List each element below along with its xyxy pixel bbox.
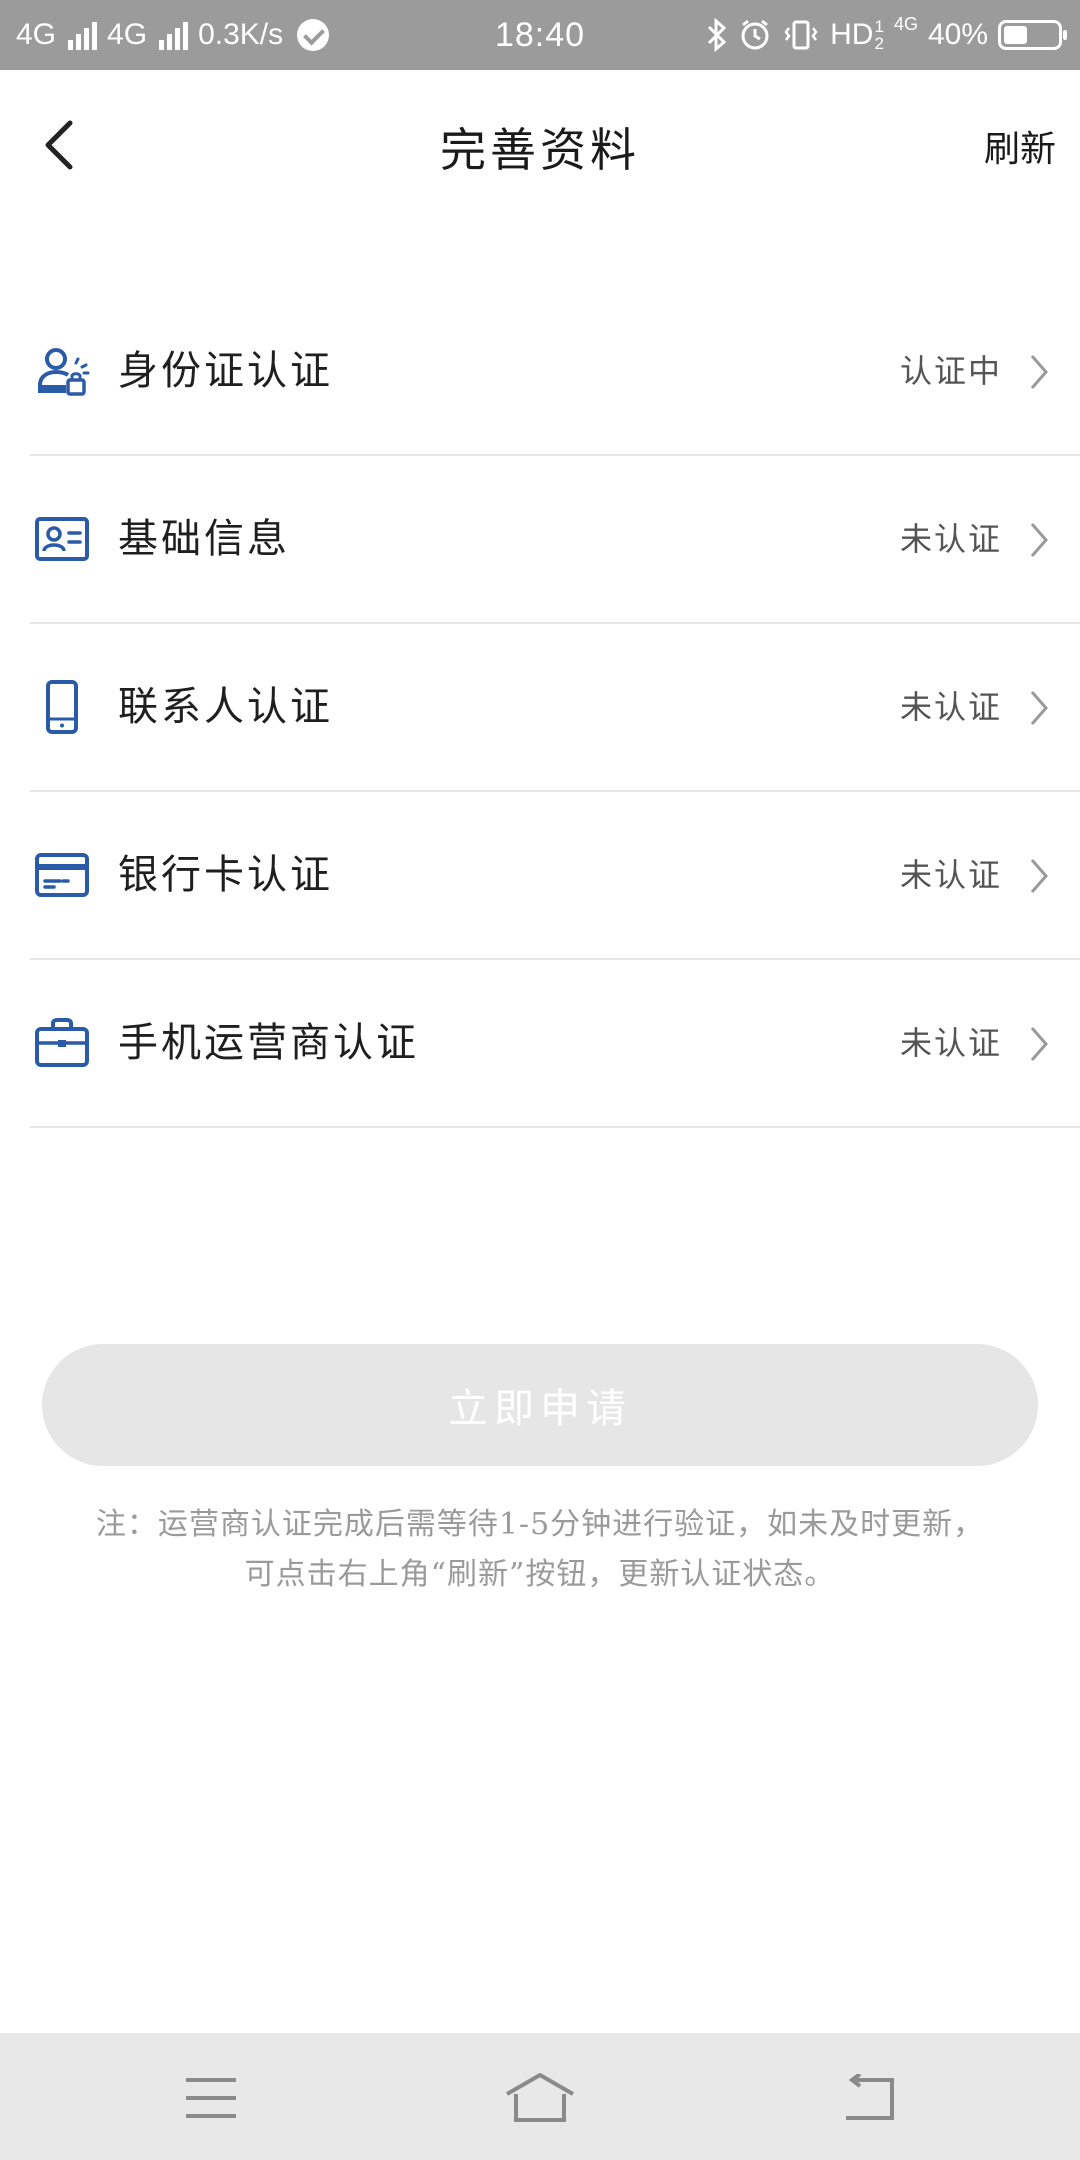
battery-percent: 40% bbox=[927, 18, 988, 51]
divider bbox=[30, 1126, 1080, 1128]
hd-text: HD bbox=[830, 18, 874, 51]
chevron-right-icon bbox=[1030, 1027, 1048, 1061]
chevron-right-icon bbox=[1030, 355, 1048, 389]
note-text: 注：运营商认证完成后需等待1-5分钟进行验证，如未及时更新， 可点击右上角“刷新… bbox=[20, 1500, 1060, 1600]
status-label: 未认证 bbox=[899, 856, 1002, 894]
chevron-right-icon bbox=[1030, 859, 1048, 893]
alarm-icon bbox=[738, 18, 772, 52]
status-label: 未认证 bbox=[899, 520, 1002, 558]
menu-button[interactable] bbox=[171, 2063, 251, 2133]
bluetooth-icon bbox=[706, 18, 728, 52]
briefcase-icon bbox=[35, 1018, 89, 1067]
refresh-button[interactable]: 刷新 bbox=[984, 120, 1056, 172]
page-title: 完善资料 bbox=[440, 123, 640, 177]
list-item-label: 手机运营商认证 bbox=[118, 1020, 419, 1066]
list-item-carrier[interactable]: 手机运营商认证 未认证 bbox=[0, 960, 1080, 1128]
app-screen: 4G 4G 0.3K/s 18:40 HD 1 2 4G 40% 完善资料 刷新… bbox=[0, 0, 1080, 2160]
vibrate-icon bbox=[782, 18, 820, 52]
id-card-icon bbox=[35, 517, 89, 561]
list-item-basic-info[interactable]: 基础信息 未认证 bbox=[0, 456, 1080, 624]
return-icon bbox=[846, 2074, 894, 2120]
list-item-bank-card[interactable]: 银行卡认证 未认证 bbox=[0, 792, 1080, 960]
back-nav-button[interactable] bbox=[828, 2063, 908, 2133]
bank-card-icon bbox=[35, 853, 89, 897]
chevron-right-icon bbox=[1030, 523, 1048, 557]
home-icon bbox=[506, 2073, 574, 2122]
battery-icon bbox=[998, 20, 1067, 50]
list-item-label: 银行卡认证 bbox=[118, 852, 333, 898]
note-line-1: 注：运营商认证完成后需等待1-5分钟进行验证，如未及时更新， bbox=[95, 1507, 985, 1542]
net-small-label: 4G bbox=[893, 14, 918, 34]
status-label: 认证中 bbox=[899, 352, 1002, 390]
list-item-label: 身份证认证 bbox=[118, 348, 333, 394]
menu-icon bbox=[186, 2078, 236, 2118]
sim-top: 1 bbox=[874, 17, 884, 36]
status-label: 未认证 bbox=[899, 1024, 1002, 1062]
sim-indicator: 1 2 bbox=[874, 18, 883, 52]
status-right: HD 1 2 4G 40% bbox=[706, 0, 1067, 70]
verification-list: 身份证认证 认证中 基础信息 未认证 联系人认证 未认证 银行卡认证 未认证 手… bbox=[0, 288, 1080, 1128]
list-item-id-card-verify[interactable]: 身份证认证 认证中 bbox=[0, 288, 1080, 456]
status-label: 未认证 bbox=[899, 688, 1002, 726]
phone-icon bbox=[46, 680, 78, 734]
status-bar: 4G 4G 0.3K/s 18:40 HD 1 2 4G 40% bbox=[0, 0, 1080, 70]
home-button[interactable] bbox=[500, 2063, 580, 2133]
hd-label: HD 1 2 bbox=[830, 18, 884, 52]
sim-bottom: 2 bbox=[874, 34, 884, 53]
apply-button[interactable]: 立即申请 bbox=[42, 1344, 1038, 1466]
list-item-label: 联系人认证 bbox=[118, 684, 333, 730]
chevron-right-icon bbox=[1030, 691, 1048, 725]
system-nav-bar bbox=[0, 2033, 1080, 2160]
list-item-contacts[interactable]: 联系人认证 未认证 bbox=[0, 624, 1080, 792]
note-line-2: 可点击右上角“刷新”按钮，更新认证状态。 bbox=[244, 1557, 836, 1592]
header: 完善资料 刷新 bbox=[0, 70, 1080, 220]
list-item-label: 基础信息 bbox=[118, 516, 290, 562]
id-verify-icon bbox=[38, 348, 90, 396]
